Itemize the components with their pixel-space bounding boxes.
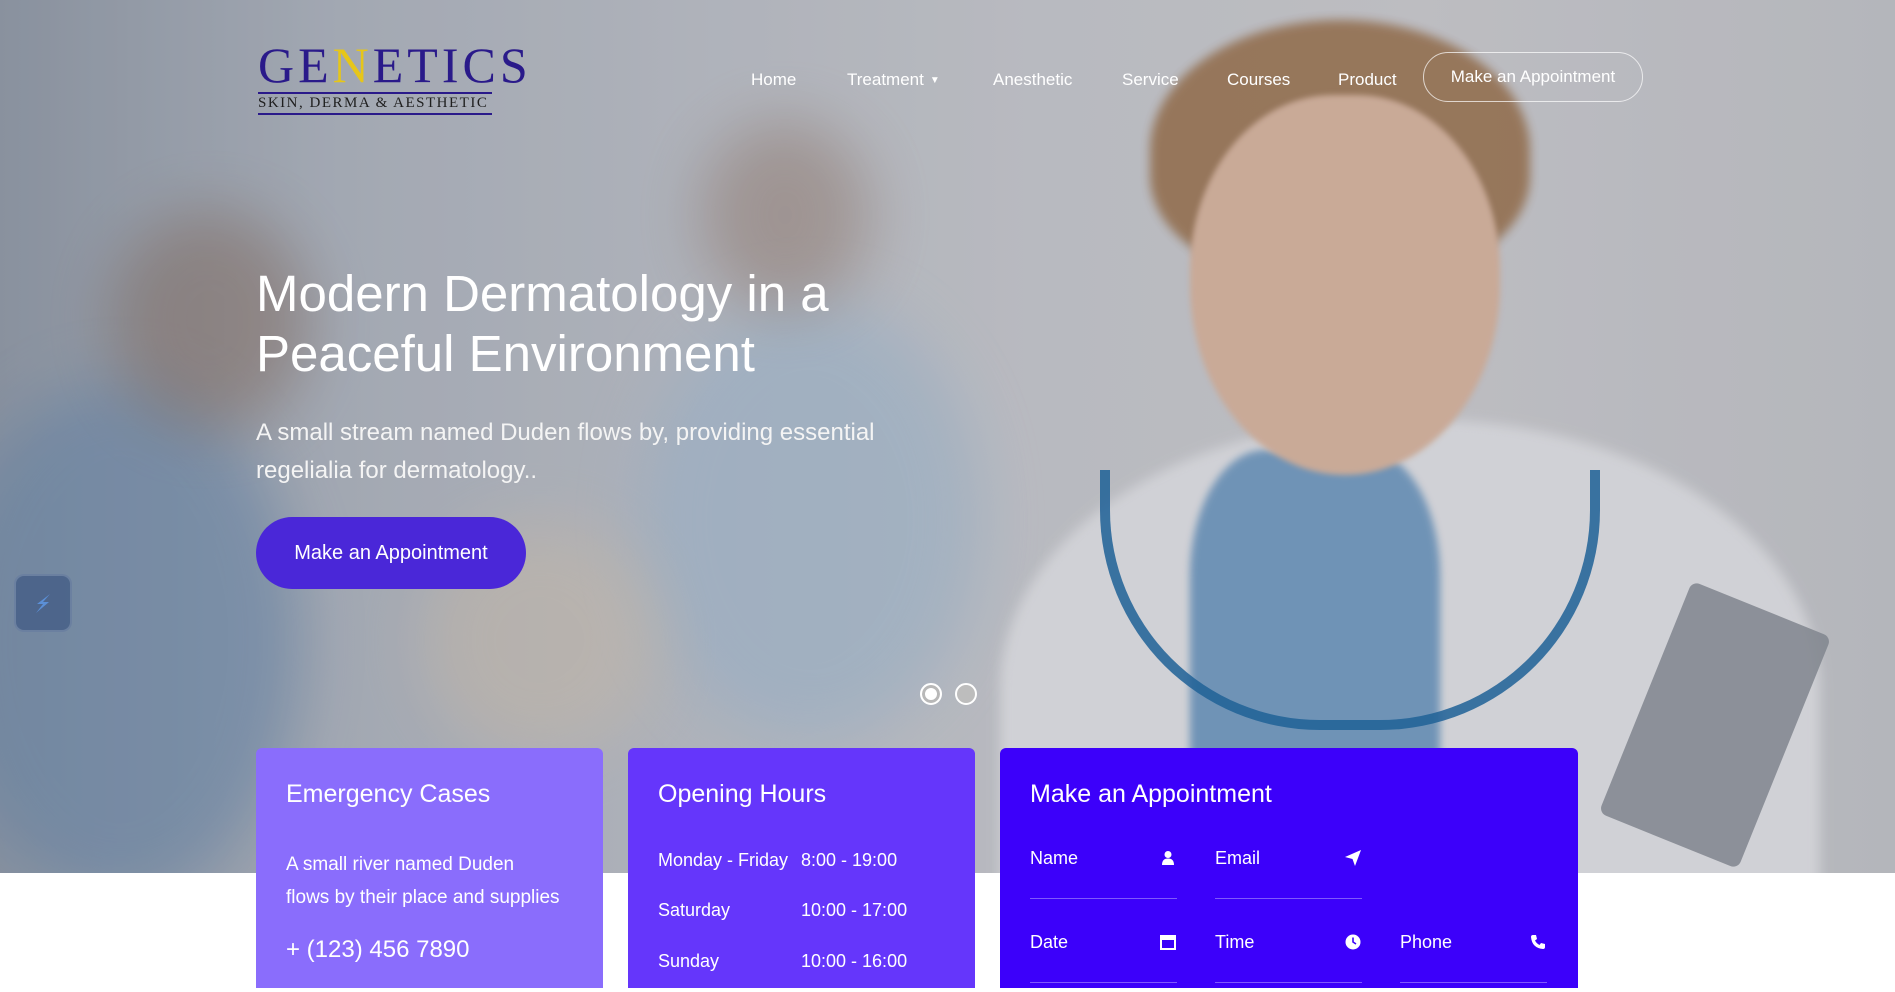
name-field[interactable]: Name [1030,848,1177,908]
field-underline [1030,982,1177,983]
emergency-phone[interactable]: + (123) 456 7890 [286,936,469,964]
email-field[interactable]: Email [1215,848,1362,908]
field-underline [1215,898,1362,899]
hours-day: Monday - Friday [658,850,789,870]
hero-section: GENETICS Skin, Derma & Aesthetic Home Tr… [0,0,1895,873]
time-field[interactable]: Time [1215,932,1362,992]
hero-title-line: Modern Dermatology in a [256,265,829,322]
nav-item-courses[interactable]: Courses [1227,70,1290,90]
hours-day: Sunday [658,951,720,971]
hero-appointment-button[interactable]: Make an Appointment [256,517,526,589]
opening-hours-card: Opening Hours Monday - Friday 8:00 - 19:0… [628,748,975,988]
hours-time: 10:00 - 17:00 [801,900,908,920]
date-field[interactable]: Date [1030,932,1177,992]
hours-row: Monday - Friday 8:00 - 19:00 [658,850,897,871]
emergency-desc-line: A small river named Duden [286,854,515,875]
name-field-label: Name [1030,848,1079,868]
hero-subtitle-line: A small stream named Duden flows by, pro… [256,419,875,446]
side-widget-button[interactable] [14,574,72,632]
user-icon [1162,851,1174,865]
calendar-icon [1160,935,1176,950]
paper-plane-icon [1345,850,1361,866]
appointment-card: Make an Appointment Name Email Date Time… [1000,748,1578,988]
phone-icon [1531,935,1545,949]
emergency-description: A small river named Duden flows by their … [286,848,586,914]
nav-appointment-button[interactable]: Make an Appointment [1423,52,1643,102]
field-underline [1400,982,1547,983]
nav-item-service[interactable]: Service [1122,70,1179,90]
emergency-card: Emergency Cases A small river named Dude… [256,748,603,988]
phone-field-label: Phone [1400,932,1453,952]
nav-item-product[interactable]: Product [1338,70,1397,90]
slider-dot-1[interactable] [920,683,942,705]
slider-dots [920,683,980,705]
slider-dot-2[interactable] [955,683,977,705]
nav-item-anesthetic[interactable]: Anesthetic [993,70,1072,90]
nav-item-label: Treatment [847,70,924,89]
time-field-label: Time [1215,932,1255,952]
opening-hours-title: Opening Hours [658,780,827,808]
email-field-label: Email [1215,848,1261,868]
field-underline [1030,898,1177,899]
hours-row: Saturday 10:00 - 17:00 [658,900,907,921]
nav-item-home[interactable]: Home [751,70,796,90]
phone-field[interactable]: Phone [1400,932,1547,992]
nav-item-treatment[interactable]: Treatment ▼ [847,70,940,90]
hero-subtitle: A small stream named Duden flows by, pro… [256,414,956,490]
hero-subtitle-line: regelialia for dermatology.. [256,457,538,484]
clock-icon [1345,934,1361,950]
hero-title-line: Peaceful Environment [256,325,755,382]
emergency-desc-line: flows by their place and supplies [286,887,560,908]
hours-day: Saturday [658,900,731,920]
caret-down-icon: ▼ [929,75,940,86]
hours-time: 10:00 - 16:00 [801,951,908,971]
hero-title: Modern Dermatology in a Peaceful Environm… [256,264,956,384]
date-field-label: Date [1030,932,1069,952]
appointment-title: Make an Appointment [1030,780,1272,808]
hours-time: 8:00 - 19:00 [801,850,898,870]
main-nav: Home Treatment ▼ Anesthetic Service Cours… [0,52,1895,102]
stripe-s-icon [36,594,50,613]
field-underline [1215,982,1362,983]
hours-row: Sunday 10:00 - 16:00 [658,951,907,972]
emergency-title: Emergency Cases [286,780,491,808]
